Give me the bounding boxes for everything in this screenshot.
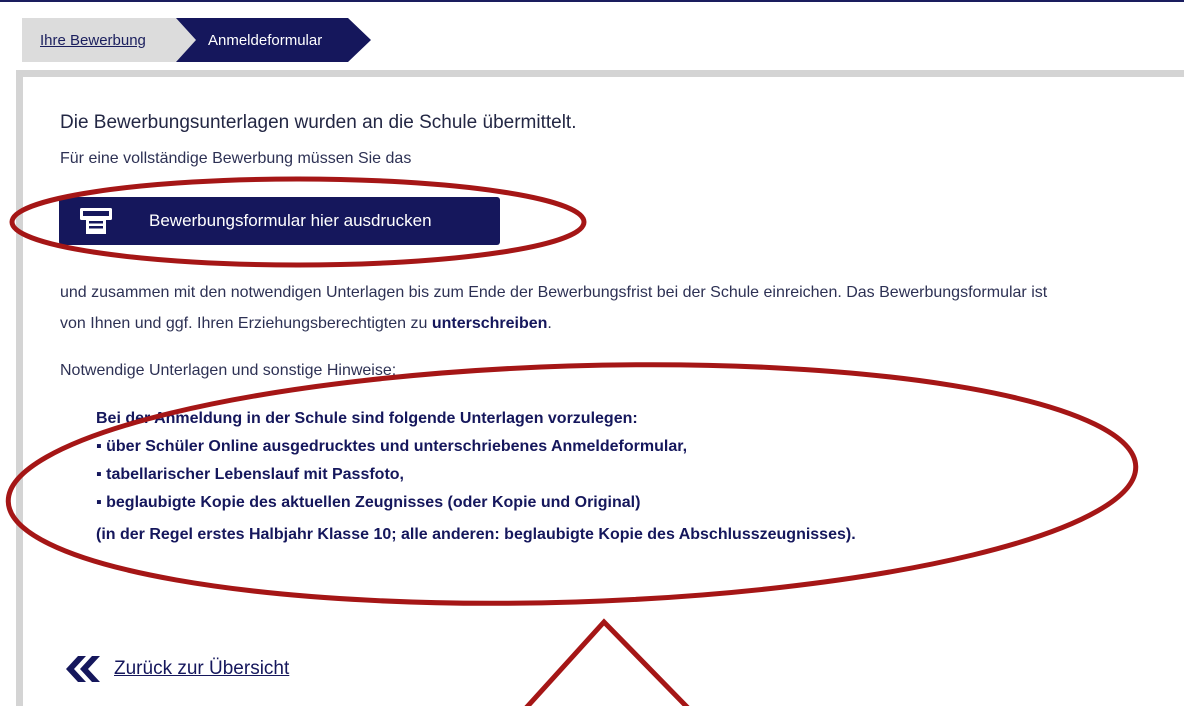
paragraph-emphasis: unterschreiben [431, 315, 548, 332]
printer-icon [80, 208, 112, 234]
top-rule [0, 0, 1184, 2]
instruction-text: Für eine vollständige Bewerbung müssen S… [60, 150, 412, 167]
requirement-intro: Bei der Anmeldung in der Schule sind fol… [96, 410, 638, 427]
back-to-overview-label: Zurück zur Übersicht [114, 658, 290, 679]
back-to-overview-link[interactable]: Zurück zur Übersicht [62, 654, 289, 684]
requirement-item: ▪ tabellarischer Lebenslauf mit Passfoto… [96, 466, 404, 483]
breadcrumb-label: Anmeldeformular [208, 31, 323, 49]
paragraph-text: und zusammen mit den notwendigen Unterla… [60, 284, 1048, 332]
requirement-item: ▪ beglaubigte Kopie des aktuellen Zeugni… [96, 494, 641, 511]
print-form-button[interactable]: Bewerbungsformular hier ausdrucken [59, 197, 500, 245]
breadcrumb-item-ihre-bewerbung[interactable]: Ihre Bewerbung [22, 18, 197, 62]
confirmation-heading: Die Bewerbungsunterlagen wurden an die S… [60, 112, 577, 133]
requirement-note: (in der Regel erstes Halbjahr Klasse 10;… [96, 526, 856, 543]
double-chevron-left-icon [66, 656, 100, 682]
print-form-button-label: Bewerbungsformular hier ausdrucken [149, 211, 432, 230]
submission-paragraph: und zusammen mit den notwendigen Unterla… [60, 277, 1060, 339]
requirement-item: ▪ über Schüler Online ausgedrucktes und … [96, 438, 688, 455]
paragraph-end: . [547, 315, 552, 332]
notes-label: Notwendige Unterlagen und sonstige Hinwe… [60, 362, 397, 379]
breadcrumb-label: Ihre Bewerbung [40, 31, 146, 49]
breadcrumb-item-anmeldeformular: Anmeldeformular [176, 18, 371, 62]
